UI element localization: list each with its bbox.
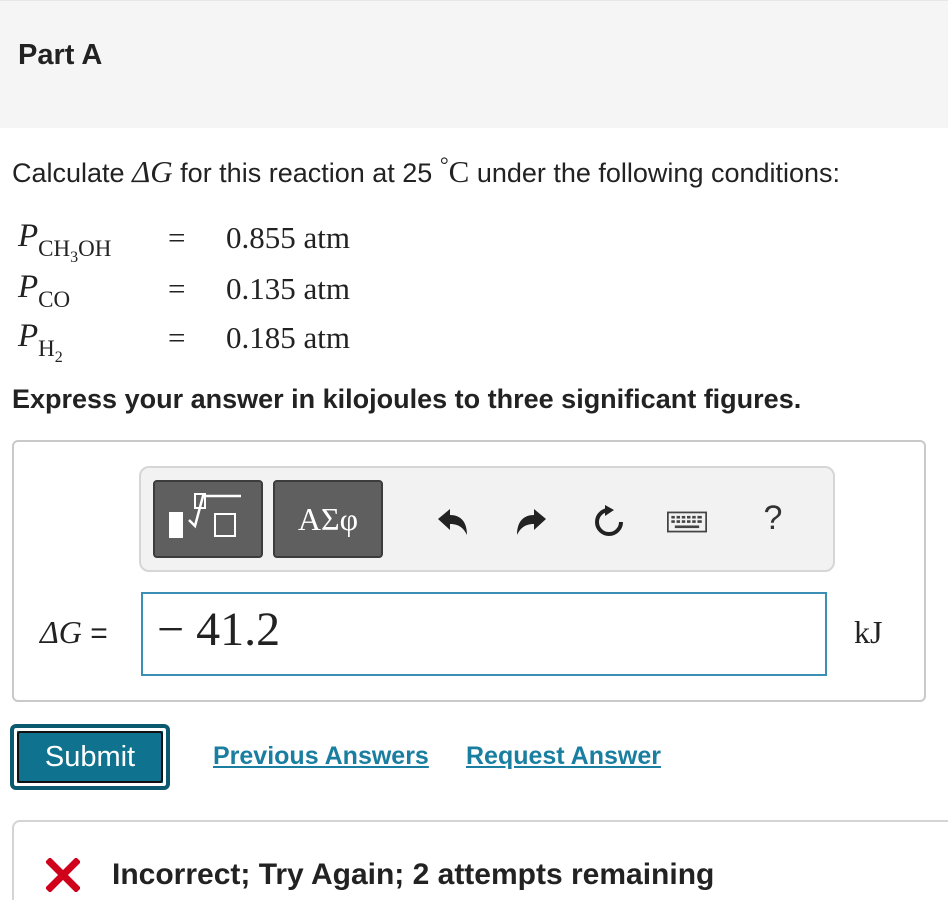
question-prefix: Calculate: [12, 158, 133, 188]
submit-button[interactable]: Submit: [12, 726, 168, 788]
undo-icon[interactable]: [433, 502, 473, 542]
question-unit-c: C: [448, 154, 470, 189]
question-middle: for this reaction at 25: [172, 158, 440, 188]
answer-unit: kJ: [854, 614, 883, 650]
incorrect-x-icon: [45, 857, 81, 893]
feedback-panel: Incorrect; Try Again; 2 attempts remaini…: [12, 820, 948, 900]
part-header: Part A: [0, 0, 948, 128]
math-toolbar: ΑΣφ ?: [139, 466, 835, 572]
condition-equals: =: [168, 320, 186, 355]
condition-row-co: PCO = 0.135 atm: [18, 269, 438, 315]
condition-value: 0.855 atm: [226, 220, 350, 255]
condition-value: 0.185 atm: [226, 320, 350, 355]
answer-label-math: ΔG: [40, 614, 82, 650]
condition-equals: =: [168, 271, 186, 306]
condition-value: 0.135 atm: [226, 271, 350, 306]
reset-icon[interactable]: [589, 502, 629, 542]
part-title: Part A: [18, 39, 103, 71]
answer-label: ΔG =: [40, 614, 108, 651]
answer-input[interactable]: − 41.2: [141, 592, 827, 676]
templates-button[interactable]: [153, 480, 263, 558]
submit-label: Submit: [17, 731, 163, 783]
keyboard-icon[interactable]: [667, 502, 707, 542]
answer-box: ΑΣφ ? ΔG = − 41.2 kJ: [12, 440, 926, 702]
previous-answers-link[interactable]: Previous Answers: [213, 742, 429, 771]
condition-equals: =: [168, 220, 186, 255]
condition-row-h2: PH2 = 0.185 atm: [18, 318, 438, 366]
question-delta-g: ΔG: [132, 154, 173, 189]
request-answer-link[interactable]: Request Answer: [466, 742, 661, 771]
redo-icon[interactable]: [511, 502, 551, 542]
feedback-message: Incorrect; Try Again; 2 attempts remaini…: [112, 858, 715, 891]
question-text: Calculate ΔG for this reaction at 25 °C …: [12, 152, 840, 190]
symbols-button[interactable]: ΑΣφ: [273, 480, 383, 558]
condition-variable: PCH3OH: [18, 218, 112, 266]
question-suffix: under the following conditions:: [469, 158, 841, 188]
condition-variable: PH2: [18, 318, 63, 366]
question-degree: °: [439, 152, 449, 177]
help-icon[interactable]: ?: [753, 498, 793, 538]
condition-variable: PCO: [18, 269, 71, 312]
templates-icon: [165, 492, 251, 547]
symbols-label: ΑΣφ: [297, 500, 359, 537]
instruction-text: Express your answer in kilojoules to thr…: [12, 384, 802, 414]
condition-row-ch3oh: PCH3OH = 0.855 atm: [18, 218, 438, 266]
answer-label-equals: =: [81, 617, 108, 650]
